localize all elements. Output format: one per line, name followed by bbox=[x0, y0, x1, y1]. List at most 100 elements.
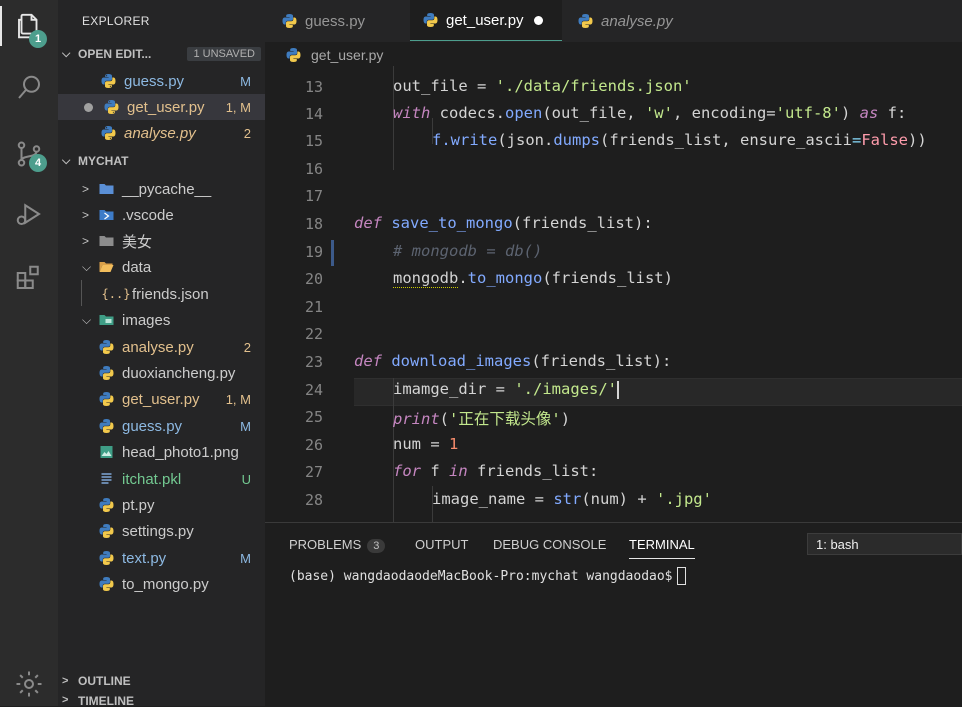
code-line: def download_images(friends_list): bbox=[354, 352, 672, 370]
tree-item-analyse[interactable]: analyse.py 2 bbox=[58, 334, 265, 360]
code-line: num = 1 bbox=[393, 435, 459, 453]
python-file-icon bbox=[281, 13, 299, 29]
python-file-icon bbox=[285, 47, 303, 63]
file-name: settings.py bbox=[122, 522, 194, 540]
line-number: 14 bbox=[304, 105, 323, 123]
tree-item-itchat-pkl[interactable]: itchat.pkl U bbox=[58, 466, 265, 492]
open-editor-guess[interactable]: guess.py M bbox=[58, 68, 265, 94]
explorer-title: EXPLORER bbox=[82, 14, 150, 28]
file-name: to_mongo.py bbox=[122, 575, 209, 593]
git-status-badge: M bbox=[240, 73, 251, 89]
extensions-icon[interactable] bbox=[13, 262, 45, 294]
panel-tab-problems[interactable]: PROBLEMS 3 bbox=[289, 537, 386, 553]
project-header[interactable]: ⌵ MYCHAT bbox=[58, 150, 265, 172]
vscode-folder-icon bbox=[96, 207, 116, 223]
tab-label: analyse.py bbox=[601, 12, 673, 30]
git-status-badge: 1, M bbox=[225, 391, 251, 407]
unsaved-badge: 1 UNSAVED bbox=[187, 47, 261, 61]
unsaved-dot-icon[interactable] bbox=[533, 15, 543, 25]
tree-item-text[interactable]: text.py M bbox=[58, 545, 265, 571]
breadcrumb[interactable]: get_user.py bbox=[285, 44, 383, 66]
line-number: 25 bbox=[304, 408, 323, 426]
panel-tab-terminal[interactable]: TERMINAL bbox=[629, 537, 695, 559]
code-line: for f in friends_list: bbox=[393, 462, 599, 480]
folder-name: .vscode bbox=[122, 206, 174, 224]
tab-guess[interactable]: guess.py bbox=[281, 0, 393, 42]
tree-item-guess[interactable]: guess.py M bbox=[58, 413, 265, 439]
tree-item-pt[interactable]: pt.py bbox=[58, 492, 265, 518]
unsaved-dot-icon bbox=[84, 102, 93, 112]
tree-item-duoxiancheng[interactable]: duoxiancheng.py bbox=[58, 360, 265, 386]
code-line: f.write(json.dumps(friends_list, ensure_… bbox=[432, 131, 927, 149]
line-number: 23 bbox=[304, 353, 323, 371]
problem-count-badge: 2 bbox=[243, 339, 251, 355]
tree-item-meinv[interactable]: > 美女 bbox=[58, 228, 265, 254]
git-status-badge: M bbox=[240, 418, 251, 434]
python-file-icon bbox=[98, 73, 118, 89]
panel-tab-debug-console[interactable]: DEBUG CONSOLE bbox=[493, 537, 606, 552]
breadcrumb-file: get_user.py bbox=[311, 47, 384, 63]
open-editor-get-user[interactable]: get_user.py 1, M bbox=[58, 94, 265, 120]
code-editor[interactable]: 13 14 15 16 17 18 19 20 21 22 23 24 25 2… bbox=[265, 66, 962, 522]
terminal-output[interactable]: (base) wangdaodaodeMacBook-Pro:mychat wa… bbox=[289, 567, 686, 585]
code-line: # mongodb = db() bbox=[393, 242, 543, 260]
python-file-icon bbox=[96, 391, 116, 407]
panel-tab-output[interactable]: OUTPUT bbox=[415, 537, 468, 552]
line-number: 27 bbox=[304, 463, 323, 481]
tree-item-friends-json[interactable]: {..} friends.json bbox=[58, 281, 265, 307]
tree-item-head-photo[interactable]: head_photo1.png bbox=[58, 439, 265, 465]
code-line: with codecs.open(out_file, 'w', encoding… bbox=[393, 104, 907, 122]
python-file-icon bbox=[96, 339, 116, 355]
timeline-label: TIMELINE bbox=[78, 694, 134, 706]
folder-name: images bbox=[122, 311, 171, 329]
terminal-cursor bbox=[676, 567, 686, 585]
python-file-icon bbox=[96, 576, 116, 592]
code-line: print('正在下载头像') bbox=[393, 410, 571, 428]
python-file-icon bbox=[422, 12, 440, 28]
tree-item-get-user[interactable]: get_user.py 1, M bbox=[58, 386, 265, 412]
tab-get-user[interactable]: get_user.py bbox=[410, 0, 562, 41]
tab-analyse[interactable]: analyse.py bbox=[577, 0, 697, 42]
chevron-right-icon: > bbox=[62, 694, 69, 706]
tree-item-pycache[interactable]: > __pycache__ bbox=[58, 176, 265, 202]
run-debug-icon[interactable] bbox=[13, 198, 45, 230]
chevron-down-icon: ⌵ bbox=[82, 259, 92, 274]
problems-count: 3 bbox=[367, 539, 386, 553]
folder-name: data bbox=[122, 258, 152, 276]
line-number: 20 bbox=[304, 270, 323, 288]
chevron-right-icon: > bbox=[62, 675, 69, 687]
images-folder-icon bbox=[96, 312, 116, 328]
gutter-change-marker bbox=[331, 240, 334, 266]
line-number: 16 bbox=[304, 160, 323, 178]
git-status-badge: U bbox=[241, 471, 251, 487]
open-editor-analyse[interactable]: analyse.py 2 bbox=[58, 120, 265, 146]
text-file-icon bbox=[96, 471, 116, 487]
open-editors-header[interactable]: ⌵ OPEN EDIT... 1 UNSAVED bbox=[58, 43, 265, 65]
tree-item-data[interactable]: ⌵ data bbox=[58, 254, 265, 280]
chevron-right-icon: > bbox=[82, 234, 90, 248]
active-indicator bbox=[0, 6, 2, 46]
chevron-down-icon: ⌵ bbox=[62, 47, 71, 60]
line-number: 13 bbox=[304, 78, 323, 96]
tree-item-images[interactable]: ⌵ images bbox=[58, 307, 265, 333]
outline-header[interactable]: > OUTLINE bbox=[58, 670, 265, 692]
python-file-icon bbox=[96, 497, 116, 513]
folder-name: __pycache__ bbox=[122, 180, 212, 198]
code-line: def save_to_mongo(friends_list): bbox=[354, 214, 653, 232]
activity-bar: 1 4 bbox=[0, 0, 58, 706]
chevron-right-icon: > bbox=[82, 182, 90, 196]
tree-item-vscode[interactable]: > .vscode bbox=[58, 202, 265, 228]
line-number: 21 bbox=[304, 298, 323, 316]
open-editors-label: OPEN EDIT... bbox=[78, 47, 152, 61]
tree-item-to-mongo[interactable]: to_mongo.py bbox=[58, 571, 265, 597]
line-number: 22 bbox=[304, 325, 323, 343]
tree-item-settings[interactable]: settings.py bbox=[58, 518, 265, 544]
settings-gear-icon[interactable] bbox=[13, 668, 45, 700]
outline-label: OUTLINE bbox=[78, 674, 131, 688]
python-file-icon bbox=[101, 99, 121, 115]
editor-tab-bar: guess.py get_user.py analyse.py bbox=[265, 0, 962, 42]
terminal-select[interactable]: 1: bash bbox=[807, 533, 962, 555]
search-icon[interactable] bbox=[13, 72, 45, 104]
timeline-header[interactable]: > TIMELINE bbox=[58, 694, 265, 706]
git-status-badge: 1, M bbox=[225, 99, 251, 115]
